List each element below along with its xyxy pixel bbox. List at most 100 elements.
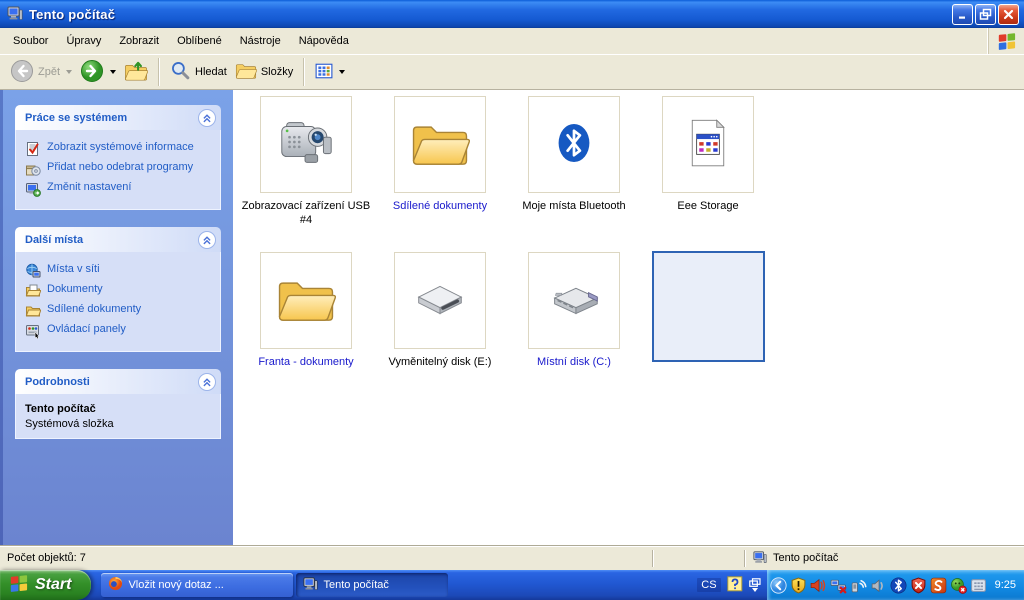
- file-tile-eee-storage[interactable]: Eee Storage: [641, 96, 775, 227]
- file-tile-bluetooth-places[interactable]: Moje místa Bluetooth: [507, 96, 641, 227]
- views-icon: [315, 62, 333, 83]
- tool-bar: Zpět Hledat Složky: [0, 54, 1024, 90]
- up-button[interactable]: [120, 57, 152, 88]
- wireless-signal-icon[interactable]: [850, 577, 867, 594]
- file-tile-shared-documents[interactable]: Sdílené dokumenty: [373, 96, 507, 227]
- system-info-icon: [25, 141, 41, 157]
- menu-upravy[interactable]: Úpravy: [57, 28, 110, 54]
- views-button[interactable]: [311, 59, 349, 86]
- folders-label: Složky: [260, 66, 294, 78]
- thumbnail-frame: [394, 252, 486, 349]
- sidebar-item-change-settings[interactable]: Změnit nastavení: [25, 181, 216, 197]
- menu-napoveda[interactable]: Nápověda: [290, 28, 358, 54]
- panel-body: Místa v síti Dokumenty Sdílené dokumenty: [15, 252, 221, 352]
- menu-nastroje[interactable]: Nástroje: [231, 28, 290, 54]
- task-pane: Práce se systémem Zobrazit systémové inf…: [0, 90, 233, 545]
- removable-disk-icon: [409, 268, 471, 333]
- taskbar: Start Vložit nový dotaz ... Tento počíta…: [0, 570, 1024, 600]
- back-button[interactable]: Zpět: [6, 56, 76, 89]
- panel-title: Další místa: [25, 233, 84, 246]
- file-label: Franta - dokumenty: [258, 356, 354, 368]
- security-shield-icon[interactable]: [790, 576, 807, 594]
- audio-device-icon[interactable]: [870, 577, 887, 594]
- panel-system-tasks: Práce se systémem Zobrazit systémové inf…: [15, 105, 221, 210]
- minimize-button[interactable]: [952, 3, 973, 25]
- views-dropdown-icon: [339, 70, 346, 74]
- network-disconnected-icon[interactable]: [830, 577, 847, 594]
- thumbnail-frame: [260, 96, 352, 193]
- folder-icon: [276, 273, 337, 328]
- status-objects-count: Počet objektů: 7: [7, 552, 86, 564]
- panel-header-details[interactable]: Podrobnosti: [15, 369, 221, 394]
- toolbar-separator: [158, 58, 161, 86]
- file-tile-removable-disk-e[interactable]: Vyměnitelný disk (E:): [373, 252, 507, 369]
- close-button[interactable]: [998, 3, 1019, 25]
- search-button[interactable]: Hledat: [166, 57, 231, 87]
- document-app-icon: [680, 113, 736, 176]
- sidebar-item-label: Ovládací panely: [47, 323, 126, 335]
- panel-details: Podrobnosti Tento počítač Systémová slož…: [15, 369, 221, 439]
- sidebar-item-control-panel[interactable]: Ovládací panely: [25, 323, 216, 340]
- language-bar: CS: [697, 575, 766, 595]
- bluetooth-tray-icon[interactable]: [890, 577, 907, 594]
- chevron-up-icon[interactable]: [198, 372, 216, 391]
- window-title: Tento počítač: [29, 6, 116, 22]
- toolbar-separator: [303, 58, 306, 86]
- language-help-icon[interactable]: [726, 575, 743, 595]
- file-tile-display-device[interactable]: Zobrazovací zařízení USB #4: [239, 96, 373, 227]
- restore-button[interactable]: [975, 3, 996, 25]
- taskbar-button-my-computer[interactable]: Tento počítač: [296, 573, 449, 597]
- file-list-area[interactable]: Zobrazovací zařízení USB #4 Sdílené doku…: [233, 90, 1024, 545]
- selected-empty-tile[interactable]: [651, 251, 765, 362]
- panel-body: Tento počítač Systémová složka: [15, 394, 221, 439]
- taskbar-button-firefox[interactable]: Vložit nový dotaz ...: [101, 573, 294, 597]
- computer-icon: [303, 576, 318, 594]
- details-item-type: Systémová složka: [25, 418, 114, 430]
- app-error-icon[interactable]: [950, 577, 967, 594]
- file-label: Zobrazovací zařízení USB #4: [241, 200, 371, 226]
- language-indicator[interactable]: CS: [697, 578, 721, 592]
- thumbnail-frame: [394, 96, 486, 193]
- taskbar-button-label: Tento počítač: [323, 579, 389, 591]
- chevron-up-icon[interactable]: [198, 108, 216, 127]
- menu-soubor[interactable]: Soubor: [4, 28, 57, 54]
- chevron-up-icon[interactable]: [198, 230, 216, 249]
- sidebar-item-network-places[interactable]: Místa v síti: [25, 263, 216, 279]
- sidebar-item-label: Sdílené dokumenty: [47, 303, 142, 315]
- sidebar-item-label: Změnit nastavení: [47, 181, 132, 193]
- sidebar-item-shared-documents[interactable]: Sdílené dokumenty: [25, 303, 216, 319]
- menu-bar: Soubor Úpravy Zobrazit Oblíbené Nástroje…: [0, 28, 1024, 54]
- file-tile-franta-documents[interactable]: Franta - dokumenty: [239, 252, 373, 369]
- menu-oblibene[interactable]: Oblíbené: [168, 28, 231, 54]
- sidebar-item-label: Zobrazit systémové informace: [47, 141, 194, 153]
- computer-icon: [753, 550, 767, 567]
- status-empty-cell: [654, 546, 744, 570]
- start-button[interactable]: Start: [0, 570, 92, 600]
- folders-icon: [235, 61, 257, 83]
- file-tile-local-disk-c[interactable]: Místní disk (C:): [507, 252, 641, 369]
- shared-folder-icon: [25, 303, 42, 319]
- back-dropdown-icon: [66, 70, 73, 74]
- sidebar-item-documents[interactable]: Dokumenty: [25, 283, 216, 299]
- folders-button[interactable]: Složky: [231, 58, 297, 86]
- file-label: Sdílené dokumenty: [392, 200, 488, 212]
- panel-body: Zobrazit systémové informace Přidat nebo…: [15, 130, 221, 210]
- search-label: Hledat: [195, 66, 227, 78]
- panel-header-other-places[interactable]: Další místa: [15, 227, 221, 252]
- file-label: Moje místa Bluetooth: [522, 200, 626, 212]
- forward-button[interactable]: [76, 56, 120, 89]
- s-app-icon[interactable]: [930, 577, 947, 594]
- volume-icon[interactable]: [810, 577, 827, 594]
- tray-window-icon[interactable]: [970, 577, 987, 594]
- panel-title: Podrobnosti: [25, 375, 90, 388]
- thumbnail-frame: [528, 252, 620, 349]
- back-label: Zpět: [38, 66, 61, 78]
- menu-zobrazit[interactable]: Zobrazit: [110, 28, 168, 54]
- sidebar-item-system-info[interactable]: Zobrazit systémové informace: [25, 141, 216, 157]
- panel-header-system-tasks[interactable]: Práce se systémem: [15, 105, 221, 130]
- file-tile-selected-empty[interactable]: [641, 251, 775, 369]
- alert-shield-icon[interactable]: [910, 576, 927, 594]
- sidebar-item-add-remove-programs[interactable]: Přidat nebo odebrat programy: [25, 161, 216, 177]
- collapse-chevron-icon[interactable]: [770, 576, 787, 594]
- language-bar-options[interactable]: [748, 578, 761, 592]
